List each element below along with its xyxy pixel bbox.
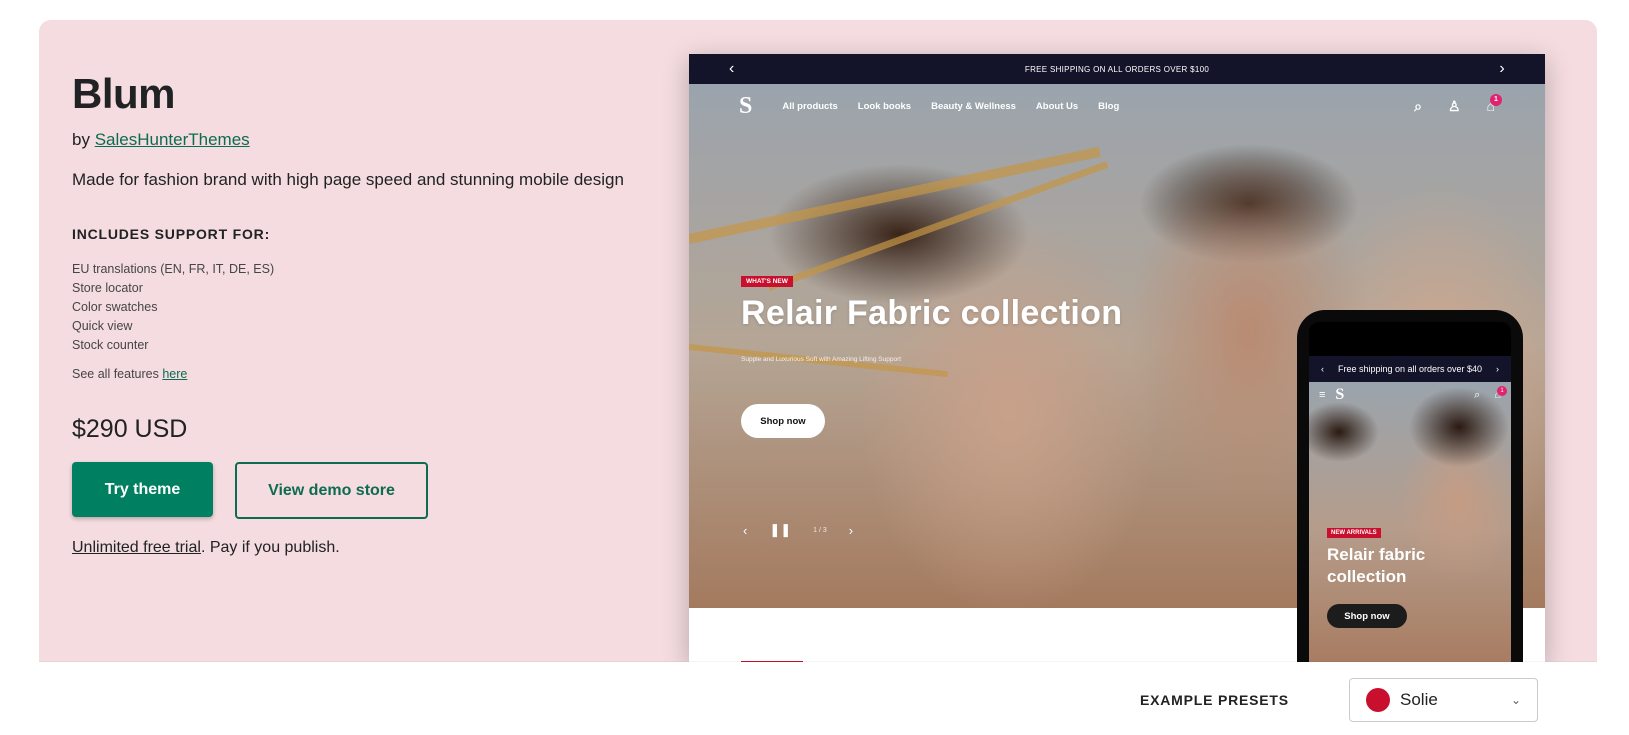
store-logo: S <box>739 92 753 119</box>
announcement-text: FREE SHIPPING ON ALL ORDERS OVER $100 <box>1024 64 1210 74</box>
theme-info: Blum by SalesHunterThemes Made for fashi… <box>72 70 672 557</box>
feature-item: Stock counter <box>72 338 149 352</box>
chevron-left-icon: ‹ <box>729 60 735 77</box>
cart-count-badge: 1 <box>1490 93 1502 106</box>
theme-price: $290 USD <box>72 415 188 443</box>
nav-item: Blog <box>1098 100 1120 112</box>
see-all-features: See all features here <box>72 367 672 381</box>
nav-item: All products <box>782 100 838 112</box>
see-all-text: See all features <box>72 367 163 381</box>
includes-heading: INCLUDES SUPPORT FOR: <box>72 226 271 242</box>
feature-list: EU translations (EN, FR, IT, DE, ES) Sto… <box>72 260 672 355</box>
mobile-nav-icons: ⌕ ⌂1 <box>1474 385 1507 402</box>
try-theme-button[interactable]: Try theme <box>72 462 213 517</box>
example-presets-label: EXAMPLE PRESETS <box>1140 692 1289 708</box>
by-prefix: by <box>72 130 95 149</box>
theme-author-line: by SalesHunterThemes <box>72 130 672 150</box>
mobile-preview[interactable]: ‹ Free shipping on all orders over $40 ›… <box>1297 310 1523 662</box>
slider-controls: ‹ ❚❚ 1 / 3 › <box>743 522 853 538</box>
view-demo-button[interactable]: View demo store <box>235 462 428 519</box>
hero-subline: Supple and Luxurious Soft with Amazing L… <box>741 356 902 363</box>
mobile-shop-now-button: Shop now <box>1327 604 1407 628</box>
hero-headline: Relair Fabric collection <box>741 294 1123 332</box>
new-arrivals-badge: NEW ARRIVALS <box>1327 528 1381 538</box>
mobile-announcement-text: Free shipping on all orders over $40 <box>1337 364 1483 374</box>
whats-new-badge: WHAT'S NEW <box>741 276 793 287</box>
cart-count-badge: 1 <box>1497 385 1507 396</box>
chevron-right-icon: › <box>848 522 854 538</box>
slide-counter: 1 / 3 <box>813 526 827 534</box>
account-icon: ♙ <box>1447 97 1461 114</box>
mobile-site-nav: ≡ S ⌕ ⌂1 <box>1309 382 1511 408</box>
feature-item: Store locator <box>72 281 143 295</box>
preset-dropdown[interactable]: Solie ⌄ <box>1349 678 1538 722</box>
nav-item: Beauty & Wellness <box>931 100 1016 112</box>
nav-icons: ⌕ ♙ ⌂ 1 <box>1414 93 1502 115</box>
theme-hero: Blum by SalesHunterThemes Made for fashi… <box>39 20 1597 662</box>
feature-item: Quick view <box>72 319 133 333</box>
nav-item: About Us <box>1035 100 1079 112</box>
trial-suffix: . Pay if you publish. <box>200 539 340 556</box>
theme-page: Blum by SalesHunterThemes Made for fashi… <box>0 0 1629 735</box>
pause-icon: ❚❚ <box>769 522 792 537</box>
cart-icon: ⌂1 <box>1494 385 1507 402</box>
mobile-hero-photo: ≡ S ⌕ ⌂1 NEW ARRIVALS Relair fabric coll… <box>1309 382 1511 662</box>
preset-selected-value: Solie <box>1400 690 1438 709</box>
author-link[interactable]: SalesHunterThemes <box>95 130 250 149</box>
feature-item: Color swatches <box>72 300 158 314</box>
chevron-right-icon: › <box>1496 364 1499 374</box>
background-beam <box>689 146 1101 244</box>
phone-screen: ‹ Free shipping on all orders over $40 ›… <box>1309 322 1511 662</box>
preview-announcement-bar: ‹ FREE SHIPPING ON ALL ORDERS OVER $100 … <box>689 54 1545 84</box>
feature-item: EU translations (EN, FR, IT, DE, ES) <box>72 262 275 276</box>
theme-title: Blum <box>72 70 176 117</box>
free-trial-link[interactable]: Unlimited free trial <box>72 539 201 556</box>
preset-color-swatch <box>1366 688 1390 712</box>
cart-icon: ⌂1 <box>1487 93 1502 115</box>
mobile-hero-headline: Relair fabric collection <box>1327 545 1426 586</box>
search-icon: ⌕ <box>1474 388 1481 401</box>
chevron-left-icon: ‹ <box>743 522 748 538</box>
mobile-announcement-bar: ‹ Free shipping on all orders over $40 › <box>1309 356 1511 382</box>
shop-now-button: Shop now <box>741 404 825 438</box>
chevron-left-icon: ‹ <box>1321 364 1324 374</box>
mobile-store-logo: S <box>1335 386 1345 403</box>
chevron-down-icon: ⌄ <box>1510 693 1521 707</box>
chevron-right-icon: › <box>1499 60 1505 77</box>
theme-tagline: Made for fashion brand with high page sp… <box>72 170 624 189</box>
trial-note: Unlimited free trial. Pay if you publish… <box>72 539 672 557</box>
see-all-link[interactable]: here <box>162 367 187 381</box>
action-buttons: Try theme View demo store <box>72 462 672 519</box>
preview-site-nav: S All products Look books Beauty & Welln… <box>689 84 1545 128</box>
search-icon: ⌕ <box>1414 97 1422 114</box>
menu-icon: ≡ <box>1319 389 1326 401</box>
nav-item: Look books <box>857 100 912 112</box>
